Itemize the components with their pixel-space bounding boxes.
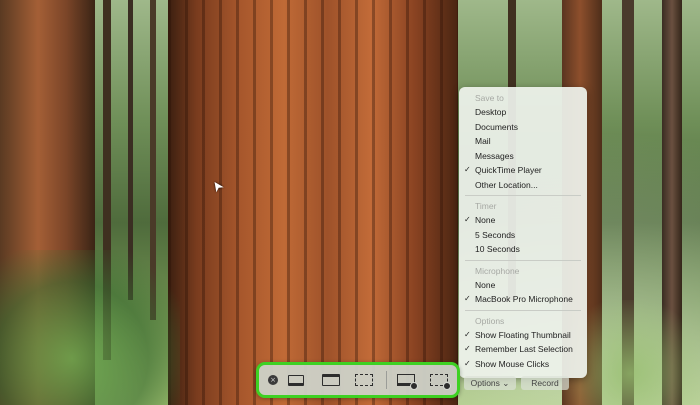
checkmark-icon: ✓ — [464, 329, 471, 339]
options-button[interactable]: Options ⌄ — [464, 376, 516, 390]
capture-selection-icon[interactable] — [355, 374, 373, 386]
menu-item-label: None — [475, 279, 496, 290]
capture-window-icon[interactable] — [322, 374, 340, 386]
menu-item-10-seconds[interactable]: 10 Seconds — [459, 242, 587, 257]
capture-entire-screen-icon[interactable] — [288, 375, 304, 386]
menu-item-show-floating-thumbnail[interactable]: ✓ Show Floating Thumbnail — [459, 328, 587, 343]
menu-header-save-to: Save to — [475, 93, 504, 103]
menu-separator — [465, 195, 581, 196]
menu-separator — [465, 259, 581, 261]
menu-item-messages[interactable]: Messages — [459, 149, 587, 164]
menu-item-show-mouse-clicks[interactable]: ✓ Show Mouse Clicks — [459, 357, 587, 372]
menu-header-options: Options — [475, 315, 505, 326]
screenshot-toolbar: × — [256, 362, 460, 398]
menu-item-timer-none[interactable]: ✓ None — [459, 213, 587, 228]
menu-item-remember-last-selection[interactable]: ✓ Remember Last Selection — [459, 342, 587, 357]
menu-item-label: Desktop — [475, 107, 507, 117]
foliage — [0, 250, 180, 405]
menu-item-label: Messages — [475, 150, 514, 161]
menu-item-macbook-pro-microphone[interactable]: ✓ MacBook Pro Microphone — [459, 292, 587, 307]
options-menu: Save to Desktop Documents Mail Messages … — [459, 87, 587, 378]
menu-item-label: None — [475, 215, 496, 225]
menu-item-label: QuickTime Player — [475, 165, 542, 175]
menu-item-label: 5 Seconds — [475, 229, 516, 240]
menu-item-mail[interactable]: Mail — [459, 134, 587, 149]
checkmark-icon: ✓ — [464, 344, 471, 353]
menu-item-microphone-none[interactable]: None — [459, 278, 587, 293]
menu-item-label: Documents — [475, 121, 518, 132]
menu-item-quicktime-player[interactable]: ✓ QuickTime Player — [459, 163, 587, 178]
menu-item-label: Remember Last Selection — [475, 344, 573, 354]
menu-item-label: Other Location... — [475, 179, 538, 190]
checkmark-icon: ✓ — [464, 165, 471, 174]
record-dot-icon — [410, 382, 418, 390]
toolbar-divider — [386, 371, 387, 389]
menu-item-desktop[interactable]: Desktop — [459, 105, 587, 120]
checkmark-icon: ✓ — [464, 358, 471, 368]
menu-item-label: Show Floating Thumbnail — [475, 329, 571, 340]
menu-item-label: 10 Seconds — [475, 244, 520, 254]
checkmark-icon: ✓ — [464, 294, 471, 303]
menu-header-timer: Timer — [475, 201, 497, 211]
record-dot-icon — [443, 382, 451, 390]
menu-item-other-location[interactable]: Other Location... — [459, 178, 587, 193]
desktop-background: ➤ Save to Desktop Documents Mail Message… — [0, 0, 700, 405]
record-button[interactable]: Record — [521, 376, 569, 390]
menu-separator — [465, 309, 581, 311]
close-icon[interactable]: × — [268, 375, 278, 385]
menu-header-microphone: Microphone — [475, 265, 520, 276]
menu-item-label: Mail — [475, 136, 491, 146]
checkmark-icon: ✓ — [464, 215, 471, 224]
menu-item-label: Show Mouse Clicks — [475, 358, 550, 369]
menu-item-documents[interactable]: Documents — [459, 120, 587, 135]
menu-item-label: MacBook Pro Microphone — [475, 294, 573, 304]
menu-item-5-seconds[interactable]: 5 Seconds — [459, 228, 587, 243]
main-tree-trunk — [168, 0, 458, 405]
